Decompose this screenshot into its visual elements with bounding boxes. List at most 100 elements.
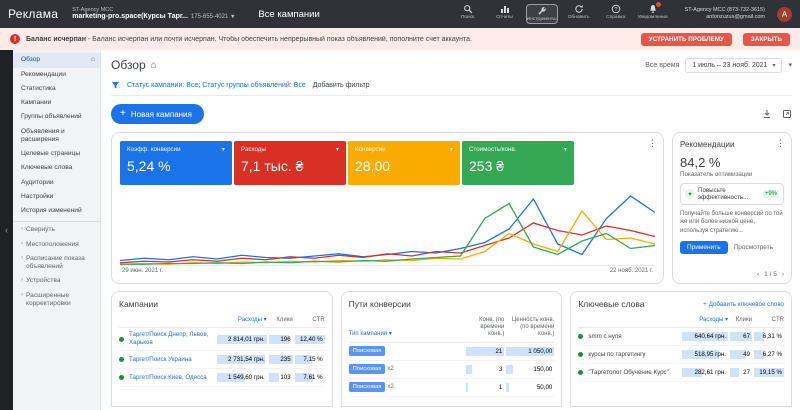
next-page-icon[interactable]: › <box>782 271 784 278</box>
value-cell: 6,27 % <box>754 349 784 360</box>
sidebar-item[interactable]: ›Местоположения <box>13 238 100 252</box>
chevron-right-icon: › <box>21 255 23 263</box>
topbar-reports-icon[interactable]: Отчеты <box>489 4 521 20</box>
close-alert-button[interactable]: ЗАКРЫТЬ <box>743 33 790 46</box>
chart-line <box>120 196 655 261</box>
sparkle-icon: ✦ <box>685 189 695 199</box>
fix-problem-button[interactable]: УСТРАНИТЬ ПРОБЛЕМУ <box>641 33 732 46</box>
main-content: Обзор ⌂ Все время 1 июль – 23 нояб. 2021… <box>101 50 800 410</box>
sidebar-item[interactable]: История изменений <box>13 204 100 218</box>
column-header[interactable]: CTR <box>754 317 784 324</box>
topbar-bell-icon[interactable]: Уведомления <box>637 4 669 20</box>
new-campaign-button[interactable]: + Новая кампания <box>111 104 204 124</box>
page-title: Обзор <box>111 58 146 72</box>
expand-icon[interactable] <box>782 109 792 119</box>
more-options-icon[interactable]: ⋮ <box>648 138 657 149</box>
conversion-path-row[interactable]: Поисковаяx23150,00 <box>349 361 555 379</box>
sidebar-item[interactable]: Рекомендации <box>13 68 100 82</box>
metric-card[interactable]: Расходы▾7,1 тыс. ₴ <box>234 141 346 185</box>
data-bar <box>269 373 280 382</box>
conversion-path-row[interactable]: Поисковая211 050,00 <box>349 343 555 361</box>
value-cell: 49 <box>730 349 752 360</box>
metric-card[interactable]: Коэфф. конверсии▾5,24 % <box>120 141 232 185</box>
chevron-left-icon: ‹ <box>21 226 23 234</box>
add-keyword-button[interactable]: + Добавить ключевое слово <box>703 301 784 308</box>
avatar[interactable]: A <box>777 7 792 22</box>
keyword-name[interactable]: курсы по таргетингу <box>588 351 680 359</box>
collapse-rail[interactable]: ‹ <box>0 50 13 410</box>
column-header[interactable]: Расходы ▾ <box>217 317 267 324</box>
sidebar-list: Обзор⌂РекомендацииСтатистикаКампанииГруп… <box>13 53 100 311</box>
campaign-name[interactable]: Таргет/Поиск Киев, Одесса <box>129 374 215 382</box>
chevron-right-icon: › <box>21 292 23 300</box>
column-header[interactable]: Тип кампании ▾ <box>349 331 465 338</box>
sidebar-item[interactable]: ‹Свернуть <box>13 221 100 237</box>
campaign-name[interactable]: Таргет/Поиск Днепр, Львов, Харьков <box>129 331 215 347</box>
sidebar-item[interactable]: ›Устройства <box>13 274 100 288</box>
value-cell: 50,00 <box>506 382 554 393</box>
recommendations-card: ⋮ Рекомендации 84,2 % Показатель оптимиз… <box>672 132 792 284</box>
value-cell: 518,95 грн. <box>682 349 728 360</box>
app-logo[interactable]: Реклама <box>8 7 58 21</box>
data-bar <box>466 365 471 374</box>
sidebar-item[interactable]: Кампании <box>13 96 100 110</box>
topbar-search-icon[interactable]: Поиск <box>452 4 484 20</box>
sidebar-item[interactable]: ›Расписание показа объявлений <box>13 252 100 274</box>
sidebar-item[interactable]: Ключевые слова <box>13 161 100 175</box>
sidebar-item[interactable]: Целевые страницы <box>13 147 100 161</box>
metric-card[interactable]: Конверсии▾28,00 <box>348 141 460 185</box>
add-filter-button[interactable]: Добавить фильтр <box>313 82 370 89</box>
warning-icon: ! <box>10 34 20 44</box>
topbar-tools-icon[interactable]: Инструменты <box>526 4 558 24</box>
conversion-path-row[interactable]: Поисковаяx2150,00 <box>349 379 555 397</box>
keyword-name[interactable]: "Таргетолог Обучение Курс" <box>588 369 680 377</box>
keyword-row[interactable]: курсы по таргетингу518,95 грн.496,27 % <box>578 346 784 364</box>
overview-chart-area <box>120 190 655 266</box>
topbar-help-icon[interactable]: ?Справка <box>600 4 632 20</box>
account-id: 175-655-4021 <box>191 14 228 21</box>
sidebar-item[interactable]: ›Расширенные корректировки <box>13 289 100 311</box>
column-header[interactable]: Конв. (по времени конв.) <box>466 317 504 339</box>
date-range-picker[interactable]: 1 июль – 23 нояб. 2021 ▾ <box>685 58 782 73</box>
value-cell: 7,15 % <box>295 354 325 365</box>
sidebar-item[interactable]: Объявления и расширения <box>13 125 100 147</box>
campaign-row[interactable]: Таргет/Поиск Днепр, Львов, Харьков2 814,… <box>119 328 325 351</box>
recommendation-item[interactable]: ✦ Повысьте эффективность... +9% <box>680 183 784 205</box>
multiplier: x2 <box>387 384 393 390</box>
status-dot <box>119 375 124 380</box>
column-header[interactable]: CTR <box>295 317 325 324</box>
account-switcher[interactable]: ST-Agency MCC marketing-pro.space(Курсы … <box>72 7 234 21</box>
download-icon[interactable] <box>762 109 772 119</box>
metric-card[interactable]: Стоимость/конв.▾253 ₴ <box>462 141 574 185</box>
column-header[interactable]: Клики <box>730 317 752 324</box>
keyword-row[interactable]: "Таргетолог Обучение Курс"282,61 грн.271… <box>578 364 784 382</box>
column-header[interactable]: Клики <box>269 317 293 324</box>
collapse-toolbar-icon[interactable]: ▾ <box>788 61 792 69</box>
alert-title: Баланс исчерпан <box>26 36 86 43</box>
column-header[interactable]: Ценность конв. (по времени конв.) <box>506 317 554 339</box>
user-info[interactable]: ST-Agency MCC (873-732-3615) antonzuzus@… <box>685 7 765 21</box>
chevron-right-icon: › <box>21 277 23 285</box>
column-header[interactable]: Расходы ▾ <box>682 317 728 324</box>
topbar-refresh-icon[interactable]: Обновить <box>563 4 595 20</box>
active-filters[interactable]: Статус кампании: Все; Статус группы объя… <box>127 82 306 89</box>
sidebar-item[interactable]: Статистика <box>13 82 100 96</box>
more-options-icon[interactable]: ⋮ <box>776 138 785 149</box>
prev-page-icon[interactable]: ‹ <box>757 271 759 278</box>
sidebar-item[interactable]: Настройки <box>13 190 100 204</box>
sidebar-item[interactable]: Группы объявлений <box>13 110 100 124</box>
chevron-down-icon: ▾ <box>231 14 234 21</box>
sidebar-item[interactable]: Обзор⌂ <box>13 53 100 68</box>
sidebar-item[interactable]: Аудитории <box>13 176 100 190</box>
keyword-row[interactable]: smm с нуля640,64 грн.676,31 % <box>578 328 784 346</box>
apply-button[interactable]: Применить <box>680 241 728 254</box>
keyword-name[interactable]: smm с нуля <box>588 333 680 341</box>
date-range-value: 1 июль – 23 нояб. 2021 <box>692 62 767 69</box>
campaign-name[interactable]: Таргет/Поиск Украина <box>129 356 215 364</box>
paths-head: Тип кампании ▾Конв. (по времени конв.)Це… <box>349 312 555 343</box>
value-cell: 3 <box>466 364 504 375</box>
value-cell: 1 050,00 <box>506 346 554 357</box>
campaign-row[interactable]: Таргет/Поиск Украина2 731,54 грн.2357,15… <box>119 351 325 369</box>
campaign-row[interactable]: Таргет/Поиск Киев, Одесса1 549,60 грн.10… <box>119 369 325 387</box>
view-button[interactable]: Просмотреть <box>734 244 773 251</box>
